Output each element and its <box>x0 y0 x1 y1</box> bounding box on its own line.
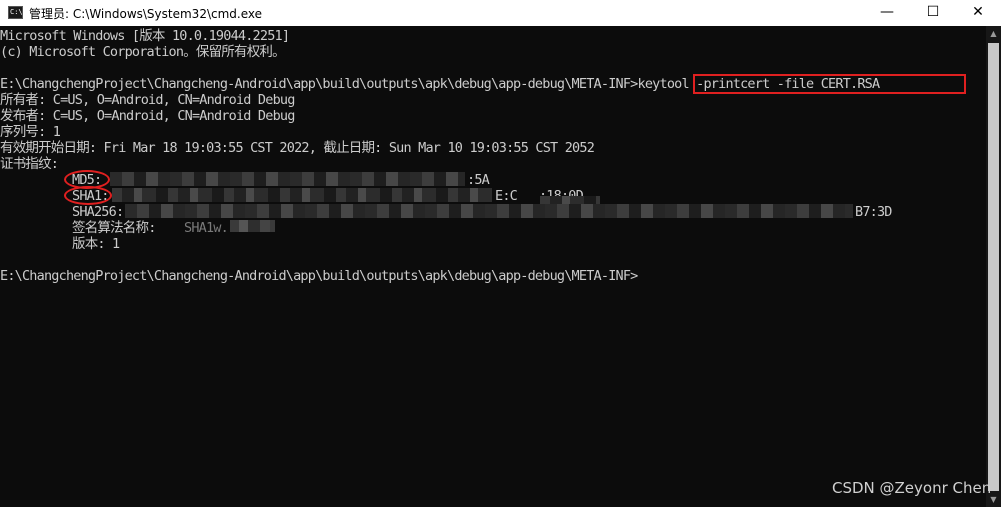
console-line-fingerprints: 证书指纹: <box>0 156 59 172</box>
md5-tail: :5A <box>467 172 490 188</box>
maximize-button[interactable]: ☐ <box>910 0 956 26</box>
scroll-up-arrow-icon[interactable]: ▲ <box>986 26 1001 41</box>
console-line-version: Microsoft Windows [版本 10.0.19044.2251] <box>0 28 290 44</box>
console-line-validity: 有效期开始日期: Fri Mar 18 19:03:55 CST 2022, 截… <box>0 140 595 156</box>
console-line-serial: 序列号: 1 <box>0 124 61 140</box>
title-bar: C:\ 管理员: C:\Windows\System32\cmd.exe — ☐… <box>0 0 1001 26</box>
window-title: 管理员: C:\Windows\System32\cmd.exe <box>29 7 262 21</box>
console-line-sha256: SHA256: <box>72 204 124 220</box>
scroll-thumb[interactable] <box>988 43 999 491</box>
close-button[interactable]: ✕ <box>955 0 1001 26</box>
watermark: CSDN @Zeyonr Chen <box>832 479 992 497</box>
console-line-prompt: E:\ChangchengProject\Changcheng-Android\… <box>0 268 638 284</box>
redaction-sha256 <box>125 204 853 218</box>
redaction-sig-alg <box>230 220 275 232</box>
console-output[interactable]: Microsoft Windows [版本 10.0.19044.2251] (… <box>0 26 986 507</box>
console-line-sig-alg: 签名算法名称: <box>72 220 156 236</box>
redaction-sha1 <box>112 188 492 202</box>
redaction-md5 <box>110 172 465 186</box>
console-line-version-num: 版本: 1 <box>72 236 120 252</box>
sha1-highlight-ellipse <box>64 186 112 205</box>
vertical-scrollbar[interactable]: ▲ ▼ <box>986 26 1001 507</box>
console-prompt: E:\ChangchengProject\Changcheng-Android\… <box>0 76 638 92</box>
minimize-button[interactable]: — <box>864 0 910 26</box>
sha256-tail: B7:3D <box>855 204 892 220</box>
cmd-icon[interactable]: C:\ <box>8 6 23 19</box>
command-highlight-box <box>693 74 966 94</box>
console-line-issuer: 发布者: C=US, O=Android, CN=Android Debug <box>0 108 295 124</box>
console-line-copyright: (c) Microsoft Corporation。保留所有权利。 <box>0 44 286 60</box>
console-line-owner: 所有者: C=US, O=Android, CN=Android Debug <box>0 92 295 108</box>
